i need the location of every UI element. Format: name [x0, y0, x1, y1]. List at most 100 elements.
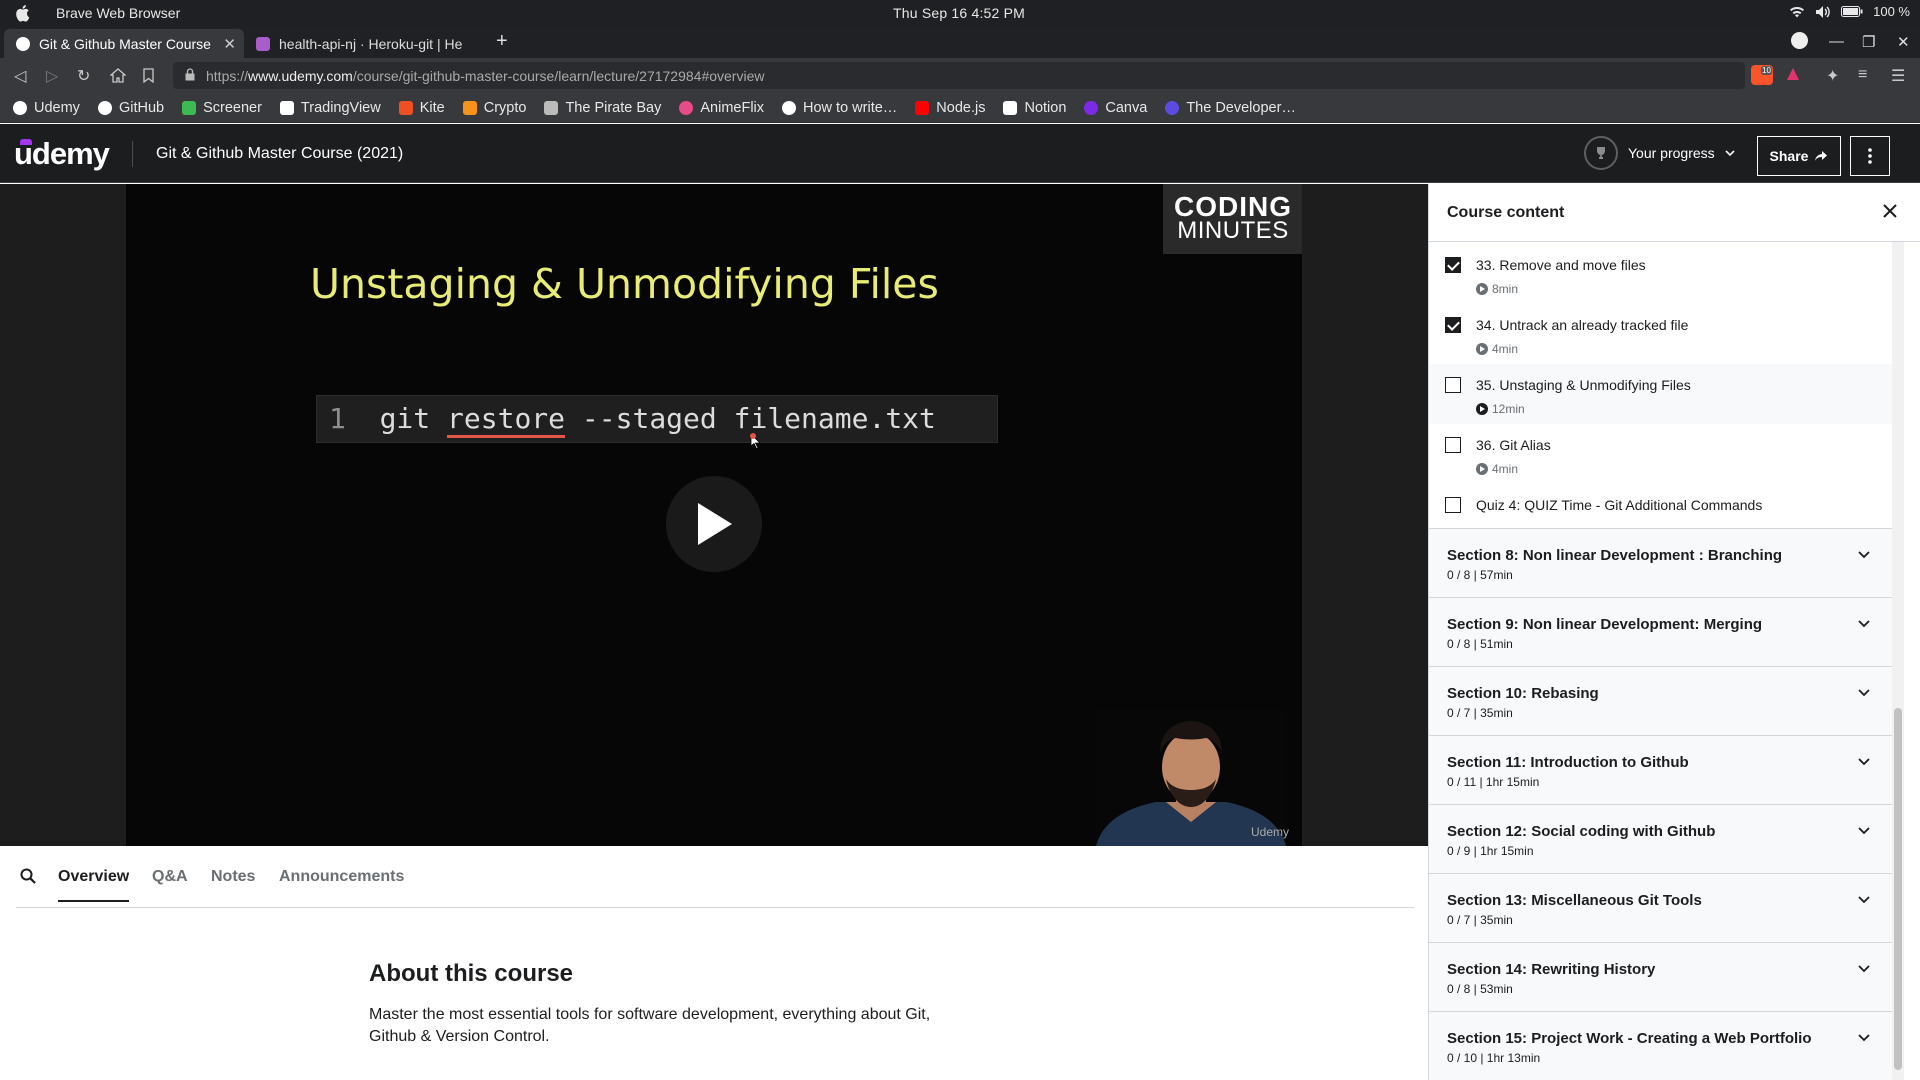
- bookmark-animeflix[interactable]: AnimeFlix: [679, 100, 764, 116]
- share-button[interactable]: Share: [1757, 136, 1841, 176]
- chevron-down-icon[interactable]: [1857, 961, 1871, 975]
- about-heading: About this course: [369, 960, 574, 987]
- lecture-item[interactable]: 34. Untrack an already tracked file 4min: [1429, 304, 1892, 364]
- battery-icon[interactable]: [1841, 6, 1863, 17]
- section-item[interactable]: Section 10: Rebasing 0 / 7 | 35min: [1429, 666, 1892, 735]
- reading-list-icon[interactable]: ≡: [1858, 66, 1867, 84]
- browser-tab-heroku[interactable]: health-api-nj · Heroku-git | He: [244, 29, 484, 58]
- active-app-name[interactable]: Brave Web Browser: [56, 5, 180, 21]
- bookmark-github[interactable]: GitHub: [97, 100, 164, 116]
- extensions-icon[interactable]: ✦: [1826, 66, 1839, 86]
- chevron-down-icon[interactable]: [1857, 892, 1871, 906]
- battery-percentage: 100 %: [1873, 4, 1910, 19]
- lecture-item[interactable]: 36. Git Alias 4min: [1429, 424, 1892, 484]
- brave-rewards-icon[interactable]: [1786, 67, 1800, 81]
- bookmarks-bar: Udemy GitHub Screener TradingView Kite C…: [0, 93, 1920, 123]
- volume-icon[interactable]: [1815, 5, 1831, 19]
- bookmark-the-developer[interactable]: The Developer…: [1165, 100, 1296, 116]
- wifi-icon[interactable]: [1789, 6, 1805, 18]
- forward-icon[interactable]: ▷: [46, 66, 58, 86]
- section-item[interactable]: Section 12: Social coding with Github 0 …: [1429, 804, 1892, 873]
- play-circle-icon: [1476, 343, 1488, 355]
- chevron-down-icon[interactable]: [1857, 754, 1871, 768]
- scrollbar-thumb[interactable]: [1894, 708, 1902, 1070]
- minimize-window-icon[interactable]: —: [1829, 33, 1844, 50]
- lock-icon[interactable]: [185, 68, 195, 81]
- bookmark-pirate-bay[interactable]: The Pirate Bay: [544, 100, 661, 116]
- kite-bookmark-icon: [398, 100, 413, 115]
- completed-checkbox[interactable]: [1445, 257, 1461, 273]
- browser-tab-udemy[interactable]: Git & Github Master Course ✕: [4, 29, 244, 58]
- section-item[interactable]: Section 13: Miscellaneous Git Tools 0 / …: [1429, 873, 1892, 942]
- lecture-item[interactable]: 33. Remove and move files 8min: [1429, 244, 1892, 304]
- bookmark-canva[interactable]: Canva: [1084, 100, 1147, 116]
- completed-checkbox[interactable]: [1445, 497, 1461, 513]
- chevron-down-icon[interactable]: [1857, 1030, 1871, 1044]
- brave-shields-icon[interactable]: 10: [1751, 65, 1773, 85]
- tab-notes[interactable]: Notes: [211, 868, 255, 886]
- lecture-title: 33. Remove and move files: [1476, 257, 1646, 273]
- video-frame[interactable]: Unstaging & Unmodifying Files 1 git rest…: [126, 184, 1302, 846]
- tab-qa[interactable]: Q&A: [152, 868, 188, 886]
- section-item[interactable]: Section 9: Non linear Development: Mergi…: [1429, 597, 1892, 666]
- profile-icon[interactable]: [1791, 32, 1808, 49]
- lecture-duration: 12min: [1476, 402, 1525, 416]
- search-icon[interactable]: [20, 868, 36, 884]
- bookmark-crypto[interactable]: Crypto: [462, 100, 526, 116]
- section-item[interactable]: Section 8: Non linear Development : Bran…: [1429, 528, 1892, 597]
- completed-checkbox[interactable]: [1445, 437, 1461, 453]
- new-tab-icon[interactable]: +: [496, 30, 508, 53]
- close-window-icon[interactable]: ✕: [1897, 33, 1910, 51]
- youtube-bookmark-icon: [915, 100, 930, 115]
- restore-window-icon[interactable]: ❐: [1862, 33, 1875, 51]
- medium-bookmark-icon: [782, 100, 797, 115]
- bookmark-udemy[interactable]: Udemy: [13, 100, 80, 116]
- bookmark-screener[interactable]: Screener: [182, 100, 262, 116]
- udemy-logo[interactable]: Udemy: [14, 136, 110, 172]
- clock[interactable]: Thu Sep 16 4:52 PM: [893, 5, 1025, 21]
- bookmark-kite[interactable]: Kite: [398, 100, 445, 116]
- slide-title: Unstaging & Unmodifying Files: [310, 260, 939, 308]
- lecture-title: 35. Unstaging & Unmodifying Files: [1476, 377, 1691, 393]
- reload-icon[interactable]: ↻: [77, 66, 90, 86]
- completed-checkbox[interactable]: [1445, 317, 1461, 333]
- completed-checkbox[interactable]: [1445, 377, 1461, 393]
- tab-announcements[interactable]: Announcements: [279, 868, 404, 886]
- section-meta: 0 / 8 | 51min: [1447, 637, 1513, 651]
- bookmark-tradingview[interactable]: TradingView: [279, 100, 381, 116]
- udemy-favicon-icon: [16, 36, 30, 51]
- back-icon[interactable]: ◁: [14, 66, 26, 86]
- section-item[interactable]: Section 11: Introduction to Github 0 / 1…: [1429, 735, 1892, 804]
- home-icon[interactable]: [110, 68, 126, 83]
- browser-menu-icon[interactable]: ☰: [1891, 66, 1905, 86]
- shield-count-badge: 10: [1761, 66, 1772, 75]
- section-title: Section 15: Project Work - Creating a We…: [1447, 1030, 1812, 1047]
- chevron-down-icon[interactable]: [1857, 616, 1871, 630]
- apple-icon[interactable]: [14, 4, 30, 22]
- bookmark-nodejs[interactable]: Node.js: [915, 100, 985, 116]
- bookmark-how-to-write[interactable]: How to write…: [782, 100, 897, 116]
- play-button[interactable]: [666, 476, 762, 572]
- lecture-item-current[interactable]: 35. Unstaging & Unmodifying Files 12min: [1429, 364, 1892, 424]
- chevron-down-icon[interactable]: [1857, 823, 1871, 837]
- section-item[interactable]: Section 15: Project Work - Creating a We…: [1429, 1011, 1892, 1080]
- url-text[interactable]: https://www.udemy.com/course/git-github-…: [206, 68, 764, 84]
- address-bar[interactable]: https://www.udemy.com/course/git-github-…: [173, 62, 1745, 89]
- logo-hat-icon: [20, 139, 32, 145]
- chevron-down-icon[interactable]: [1857, 685, 1871, 699]
- section-meta: 0 / 7 | 35min: [1447, 706, 1513, 720]
- quiz-title: Quiz 4: QUIZ Time - Git Additional Comma…: [1476, 497, 1763, 513]
- section-meta: 0 / 11 | 1hr 15min: [1447, 775, 1540, 789]
- course-title[interactable]: Git & Github Master Course (2021): [156, 145, 403, 163]
- section-item[interactable]: Section 14: Rewriting History 0 / 8 | 53…: [1429, 942, 1892, 1011]
- close-icon[interactable]: [1880, 201, 1900, 221]
- bookmark-icon[interactable]: [143, 68, 154, 83]
- close-tab-icon[interactable]: ✕: [223, 35, 236, 53]
- quiz-item[interactable]: Quiz 4: QUIZ Time - Git Additional Comma…: [1429, 484, 1892, 528]
- progress-dropdown[interactable]: Your progress: [1584, 136, 1735, 170]
- bookmark-notion[interactable]: Notion: [1003, 100, 1066, 116]
- more-options-button[interactable]: [1850, 136, 1890, 176]
- tab-overview[interactable]: Overview: [58, 868, 130, 902]
- lecture-duration: 4min: [1476, 462, 1518, 476]
- chevron-down-icon[interactable]: [1857, 547, 1871, 561]
